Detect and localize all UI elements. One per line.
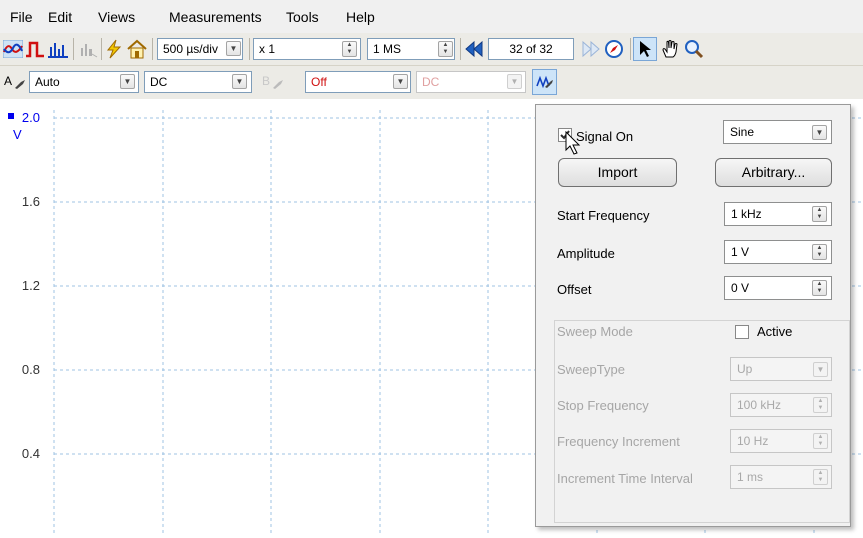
spectrum-mode-icon[interactable] — [47, 39, 69, 59]
y-tick-label: 0.8 — [22, 362, 40, 377]
amplitude-spinner[interactable]: ▲ ▼ — [812, 244, 827, 260]
zoom-tool-icon[interactable] — [683, 38, 705, 60]
toolbar-separator — [152, 38, 153, 60]
stop-frequency-spinner: ▲ ▼ — [813, 397, 828, 413]
frequency-increment-spinner: ▲ ▼ — [813, 433, 828, 449]
menu-views[interactable]: Views — [98, 9, 135, 25]
toolbar-separator — [249, 38, 250, 60]
menu-measurements[interactable]: Measurements — [169, 9, 262, 25]
buffer-navigator[interactable]: 32 of 32 — [488, 38, 574, 60]
y-tick-label: 1.6 — [22, 194, 40, 209]
sweep-mode-label: Sweep Mode — [557, 324, 633, 339]
sweep-type-label: SweepType — [557, 362, 625, 377]
chevron-down-icon[interactable]: ▼ — [120, 74, 135, 89]
chevron-down-icon[interactable]: ▼ — [812, 125, 827, 140]
toolbar-separator — [73, 38, 74, 60]
y-tick-label: 1.2 — [22, 278, 40, 293]
toolbar-separator — [630, 38, 631, 60]
toolbar-separator — [101, 38, 102, 60]
start-frequency-spinner[interactable]: ▲ ▼ — [812, 206, 827, 222]
toolbar-separator — [460, 38, 461, 60]
fast-forward-icon[interactable] — [581, 39, 601, 59]
y-axis-unit: V — [13, 127, 22, 142]
import-button[interactable]: Import — [558, 158, 677, 187]
increment-time-label: Increment Time Interval — [557, 471, 693, 486]
y-tick-label: 0.4 — [22, 446, 40, 461]
scope-mode-icon[interactable] — [3, 39, 23, 59]
channel-options-icon — [78, 39, 98, 59]
menu-edit[interactable]: Edit — [48, 9, 72, 25]
chevron-down-icon[interactable]: ▼ — [393, 74, 408, 89]
increment-time-spinner: ▲ ▼ — [813, 469, 828, 485]
sweep-mode-group — [554, 320, 850, 523]
compass-icon[interactable] — [603, 38, 625, 60]
rewind-icon[interactable] — [464, 39, 484, 59]
menu-help[interactable]: Help — [346, 9, 375, 25]
y-tick-label: 2.0 — [22, 110, 40, 125]
start-frequency-label: Start Frequency — [557, 208, 650, 223]
stop-frequency-label: Stop Frequency — [557, 398, 649, 413]
probe-icon[interactable] — [14, 78, 26, 90]
lightning-icon[interactable] — [104, 39, 124, 59]
signal-generator-icon[interactable] — [532, 69, 557, 95]
offset-spinner[interactable]: ▲ ▼ — [812, 280, 827, 296]
active-label: Active — [757, 324, 793, 339]
chevron-down-icon[interactable]: ▼ — [232, 74, 247, 89]
menu-file[interactable]: File — [10, 9, 33, 25]
active-checkbox[interactable] — [735, 325, 749, 339]
chevron-down-icon: ▼ — [813, 362, 828, 377]
amplitude-label: Amplitude — [557, 246, 615, 261]
offset-label: Offset — [557, 282, 592, 297]
channel-toolbar: A Auto ▼ DC ▼ B Off ▼ DC ▼ — [0, 66, 863, 99]
channel-a-label: A — [4, 74, 13, 88]
pointer-tool-icon[interactable] — [633, 37, 657, 61]
chevron-down-icon[interactable]: ▼ — [226, 41, 241, 56]
home-icon[interactable] — [126, 38, 148, 60]
main-toolbar: 500 µs/div ▼ x 1 ▲ ▼ 1 MS ▲ ▼ 32 of 32 — [0, 33, 863, 66]
menu-tools[interactable]: Tools — [286, 9, 319, 25]
zoom-spinner[interactable]: ▲ ▼ — [342, 41, 357, 57]
menu-bar: File Edit Views Measurements Tools Help — [0, 0, 863, 33]
persistence-mode-icon[interactable] — [25, 39, 45, 59]
signal-on-label: Signal On — [576, 129, 634, 144]
channel-a-axis-marker — [8, 113, 14, 119]
hand-tool-icon[interactable] — [659, 38, 681, 60]
frequency-increment-label: Frequency Increment — [557, 434, 680, 449]
chevron-down-icon: ▼ — [507, 74, 522, 89]
arbitrary-button[interactable]: Arbitrary... — [715, 158, 832, 187]
samples-spinner[interactable]: ▲ ▼ — [438, 41, 453, 57]
channel-b-label: B — [262, 74, 271, 88]
signal-generator-panel: Signal On Sine ▼ Import Arbitrary... Sta… — [535, 104, 851, 527]
probe-icon — [272, 78, 284, 90]
